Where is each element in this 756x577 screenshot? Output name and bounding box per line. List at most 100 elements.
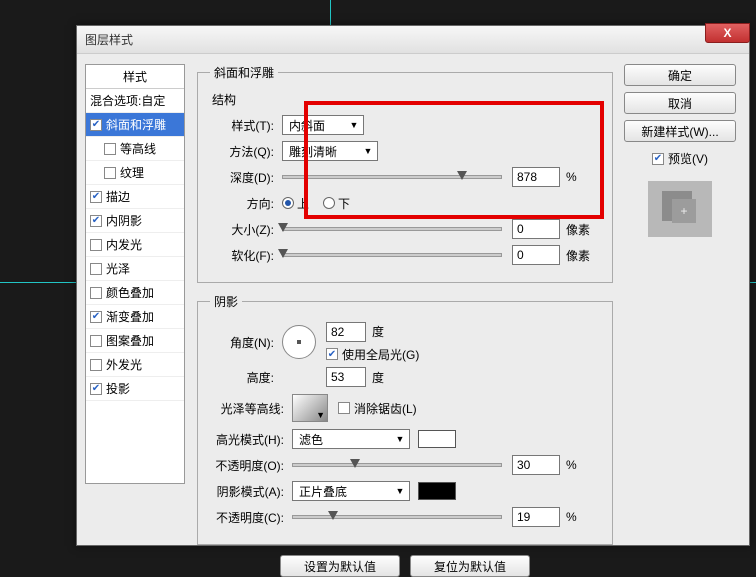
- angle-label: 角度(N):: [210, 334, 282, 351]
- chevron-down-icon: ▼: [361, 144, 375, 158]
- preview-thumbnail: [648, 181, 712, 237]
- checkbox-icon[interactable]: [90, 239, 102, 251]
- style-item-gradient-overlay[interactable]: 渐变叠加: [86, 305, 184, 329]
- shadow-mode-value: 正片叠底: [299, 483, 347, 500]
- direction-down-label: 下: [338, 195, 350, 212]
- checkbox-icon[interactable]: [90, 311, 102, 323]
- altitude-input[interactable]: 53: [326, 367, 366, 387]
- style-item-label: 图案叠加: [106, 332, 154, 349]
- cancel-button[interactable]: 取消: [624, 92, 736, 114]
- method-value: 雕刻清晰: [289, 143, 337, 160]
- blend-options-row[interactable]: 混合选项:自定: [86, 89, 184, 113]
- angle-input[interactable]: 82: [326, 322, 366, 342]
- checkbox-icon[interactable]: [90, 263, 102, 275]
- styles-header[interactable]: 样式: [86, 65, 184, 89]
- style-item-color-overlay[interactable]: 颜色叠加: [86, 281, 184, 305]
- structure-header: 结构: [212, 91, 600, 108]
- bevel-group: 斜面和浮雕 结构 样式(T): 内斜面 ▼ 方法(Q): 雕刻清晰 ▼: [197, 64, 613, 283]
- checkbox-icon[interactable]: [90, 383, 102, 395]
- style-item-drop-shadow[interactable]: 投影: [86, 377, 184, 401]
- checkbox-icon[interactable]: [90, 359, 102, 371]
- checkbox-icon[interactable]: [90, 191, 102, 203]
- style-item-label: 斜面和浮雕: [106, 116, 166, 133]
- style-item-label: 纹理: [120, 164, 144, 181]
- depth-input[interactable]: 878: [512, 167, 560, 187]
- chevron-down-icon: ▼: [393, 484, 407, 498]
- ok-button[interactable]: 确定: [624, 64, 736, 86]
- checkbox-icon[interactable]: [90, 287, 102, 299]
- size-input[interactable]: 0: [512, 219, 560, 239]
- style-item-contour[interactable]: 等高线: [86, 137, 184, 161]
- close-button[interactable]: X: [705, 23, 750, 43]
- checkbox-icon[interactable]: [104, 167, 116, 179]
- bevel-group-title: 斜面和浮雕: [210, 64, 278, 81]
- preview-label: 预览(V): [668, 150, 708, 167]
- shading-group: 阴影 角度(N): 82 度 使用全局光(G): [197, 293, 613, 545]
- right-column: 确定 取消 新建样式(W)... 预览(V): [621, 64, 739, 535]
- style-item-satin[interactable]: 光泽: [86, 257, 184, 281]
- highlight-opacity-input[interactable]: 30: [512, 455, 560, 475]
- style-item-bevel[interactable]: 斜面和浮雕: [86, 113, 184, 137]
- chevron-down-icon: ▼: [316, 410, 325, 420]
- method-select[interactable]: 雕刻清晰 ▼: [282, 141, 378, 161]
- style-item-label: 渐变叠加: [106, 308, 154, 325]
- altitude-label: 高度:: [210, 369, 282, 386]
- direction-up-radio[interactable]: [282, 197, 294, 209]
- style-item-inner-shadow[interactable]: 内阴影: [86, 209, 184, 233]
- soften-label: 软化(F):: [210, 247, 282, 264]
- antialias-checkbox[interactable]: [338, 402, 350, 414]
- depth-label: 深度(D):: [210, 169, 282, 186]
- style-item-outer-glow[interactable]: 外发光: [86, 353, 184, 377]
- global-light-label: 使用全局光(G): [342, 346, 419, 363]
- soften-slider[interactable]: [282, 253, 502, 257]
- soften-unit: 像素: [566, 247, 600, 264]
- highlight-mode-select[interactable]: 滤色 ▼: [292, 429, 410, 449]
- layer-style-dialog: 图层样式 X 样式 混合选项:自定 斜面和浮雕 等高线: [76, 25, 750, 546]
- global-light-checkbox[interactable]: [326, 348, 338, 360]
- blend-options-label: 混合选项:自定: [90, 92, 165, 109]
- style-item-stroke[interactable]: 描边: [86, 185, 184, 209]
- style-item-label: 内阴影: [106, 212, 142, 229]
- shadow-color-swatch[interactable]: [418, 482, 456, 500]
- style-item-inner-glow[interactable]: 内发光: [86, 233, 184, 257]
- shadow-opacity-label: 不透明度(C):: [210, 509, 292, 526]
- make-default-button[interactable]: 设置为默认值: [280, 555, 400, 577]
- highlight-opacity-label: 不透明度(O):: [210, 457, 292, 474]
- style-label: 样式(T):: [210, 117, 282, 134]
- size-slider[interactable]: [282, 227, 502, 231]
- method-label: 方法(Q):: [210, 143, 282, 160]
- titlebar[interactable]: 图层样式 X: [77, 26, 749, 54]
- checkbox-icon[interactable]: [90, 215, 102, 227]
- soften-input[interactable]: 0: [512, 245, 560, 265]
- style-item-label: 颜色叠加: [106, 284, 154, 301]
- size-label: 大小(Z):: [210, 221, 282, 238]
- preview-checkbox-row[interactable]: 预览(V): [652, 150, 708, 167]
- style-select[interactable]: 内斜面 ▼: [282, 115, 364, 135]
- contour-picker[interactable]: ▼: [292, 394, 328, 422]
- new-style-button[interactable]: 新建样式(W)...: [624, 120, 736, 142]
- style-item-label: 外发光: [106, 356, 142, 373]
- direction-down-radio[interactable]: [323, 197, 335, 209]
- highlight-color-swatch[interactable]: [418, 430, 456, 448]
- checkbox-icon[interactable]: [90, 335, 102, 347]
- highlight-opacity-slider[interactable]: [292, 463, 502, 467]
- highlight-mode-value: 滤色: [299, 431, 323, 448]
- size-unit: 像素: [566, 221, 600, 238]
- angle-dial[interactable]: [282, 325, 316, 359]
- reset-default-button[interactable]: 复位为默认值: [410, 555, 530, 577]
- shadow-opacity-slider[interactable]: [292, 515, 502, 519]
- styles-list: 样式 混合选项:自定 斜面和浮雕 等高线 纹理 描: [85, 64, 185, 484]
- checkbox-icon[interactable]: [104, 143, 116, 155]
- checkbox-icon[interactable]: [90, 119, 102, 131]
- shadow-opacity-input[interactable]: 19: [512, 507, 560, 527]
- preview-checkbox[interactable]: [652, 153, 664, 165]
- depth-slider[interactable]: [282, 175, 502, 179]
- shadow-mode-select[interactable]: 正片叠底 ▼: [292, 481, 410, 501]
- highlight-opacity-unit: %: [566, 458, 600, 472]
- center-column: 斜面和浮雕 结构 样式(T): 内斜面 ▼ 方法(Q): 雕刻清晰 ▼: [189, 64, 621, 535]
- antialias-label: 消除锯齿(L): [354, 400, 417, 417]
- contour-label: 光泽等高线:: [210, 400, 292, 417]
- style-item-label: 光泽: [106, 260, 130, 277]
- style-item-pattern-overlay[interactable]: 图案叠加: [86, 329, 184, 353]
- style-item-texture[interactable]: 纹理: [86, 161, 184, 185]
